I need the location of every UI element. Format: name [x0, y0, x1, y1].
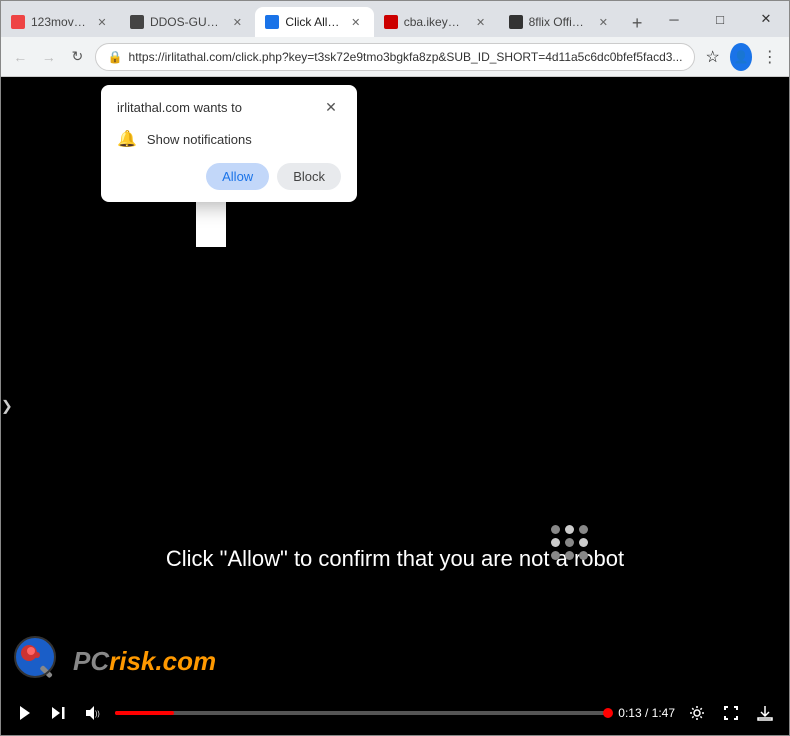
- pcrisk-text: PCrisk.com: [73, 646, 216, 677]
- menu-button[interactable]: ⋮: [758, 43, 781, 71]
- tab-label-ddos: DDOS-GUA...: [150, 15, 223, 29]
- dot-7: [551, 551, 560, 560]
- notification-popup: irlitathal.com wants to ✕ 🔔 Show notific…: [101, 85, 357, 202]
- video-current-time: 0:13: [618, 706, 641, 720]
- pcrisk-logo: PCrisk.com: [13, 635, 216, 687]
- address-input[interactable]: 🔒 https://irlitathal.com/click.php?key=t…: [95, 43, 696, 71]
- popup-title: irlitathal.com wants to: [117, 100, 242, 115]
- dot-3: [579, 525, 588, 534]
- new-tab-button[interactable]: +: [623, 9, 651, 37]
- window-controls: ─ □ ✕: [651, 1, 789, 37]
- loading-spinner: [551, 525, 589, 560]
- next-button[interactable]: [47, 701, 71, 725]
- pcrisk-gray-text: PC: [73, 646, 109, 676]
- volume-icon: )): [85, 705, 101, 721]
- tab-label-cba: cba.ikeym...: [404, 15, 467, 29]
- play-icon: [17, 705, 33, 721]
- video-progress-bar[interactable]: [115, 711, 608, 715]
- forward-button[interactable]: →: [38, 43, 61, 71]
- notification-item-label: Show notifications: [147, 132, 252, 147]
- dot-2: [565, 525, 574, 534]
- dot-5: [565, 538, 574, 547]
- allow-button[interactable]: Allow: [206, 163, 269, 190]
- video-time-display: 0:13 / 1:47: [618, 706, 675, 720]
- sidebar-expand-icon[interactable]: ❯: [1, 398, 13, 415]
- tab-favicon-clickallow: [265, 15, 279, 29]
- tab-favicon-ddos: [130, 15, 144, 29]
- tab-cba[interactable]: cba.ikeym... ✕: [374, 7, 499, 37]
- settings-button[interactable]: [685, 701, 709, 725]
- download-icon: [757, 705, 773, 721]
- tab-close-cba[interactable]: ✕: [473, 14, 489, 30]
- fullscreen-icon: [723, 705, 739, 721]
- dot-8: [565, 551, 574, 560]
- download-button[interactable]: [753, 701, 777, 725]
- dot-9: [579, 551, 588, 560]
- fullscreen-button[interactable]: [719, 701, 743, 725]
- tab-label-clickallow: Click Allow: [285, 15, 341, 29]
- tab-ddos[interactable]: DDOS-GUA... ✕: [120, 7, 255, 37]
- popup-buttons: Allow Block: [117, 163, 341, 190]
- dot-4: [551, 538, 560, 547]
- video-progress-fill: [115, 711, 174, 715]
- instruction-text: Click "Allow" to confirm that you are no…: [51, 544, 739, 575]
- tab-label-123movies: 123movies: [31, 15, 88, 29]
- bell-icon: 🔔: [117, 129, 137, 149]
- tab-clickallow[interactable]: Click Allow ✕: [255, 7, 373, 37]
- tab-close-123movies[interactable]: ✕: [94, 14, 110, 30]
- profile-button[interactable]: 👤: [730, 43, 753, 71]
- tab-bar: 123movies ✕ DDOS-GUA... ✕ Click Allow ✕ …: [1, 1, 789, 37]
- address-bar: ← → ↻ 🔒 https://irlitathal.com/click.php…: [1, 37, 789, 77]
- tab-favicon-123movies: [11, 15, 25, 29]
- tab-close-clickallow[interactable]: ✕: [348, 14, 364, 30]
- tab-close-ddos[interactable]: ✕: [229, 14, 245, 30]
- back-button[interactable]: ←: [9, 43, 32, 71]
- tab-bflix[interactable]: 8flix Offici... ✕: [499, 7, 622, 37]
- tab-label-bflix: 8flix Offici...: [529, 15, 590, 29]
- block-button[interactable]: Block: [277, 163, 341, 190]
- security-icon: 🔒: [108, 50, 123, 64]
- pcrisk-orange-text: risk.com: [109, 646, 216, 676]
- maximize-button[interactable]: □: [697, 1, 743, 37]
- content-area: irlitathal.com wants to ✕ 🔔 Show notific…: [1, 77, 789, 735]
- refresh-button[interactable]: ↻: [66, 43, 89, 71]
- spinner-dots: [551, 525, 589, 560]
- video-controls: )) 0:13 / 1:47: [1, 691, 789, 735]
- minimize-button[interactable]: ─: [651, 1, 697, 37]
- tab-close-bflix[interactable]: ✕: [595, 14, 611, 30]
- bookmark-button[interactable]: ☆: [701, 43, 724, 71]
- notification-item: 🔔 Show notifications: [117, 129, 341, 149]
- tab-favicon-bflix: [509, 15, 523, 29]
- tab-123movies[interactable]: 123movies ✕: [1, 7, 120, 37]
- address-url: https://irlitathal.com/click.php?key=t3s…: [129, 50, 683, 64]
- video-progress-thumb: [603, 708, 613, 718]
- dot-1: [551, 525, 560, 534]
- video-total-time: 1:47: [652, 706, 675, 720]
- play-button[interactable]: [13, 701, 37, 725]
- pcrisk-icon: [13, 635, 65, 687]
- svg-text:)): )): [95, 711, 100, 718]
- close-button[interactable]: ✕: [743, 1, 789, 37]
- volume-button[interactable]: )): [81, 701, 105, 725]
- popup-header: irlitathal.com wants to ✕: [117, 97, 341, 117]
- dot-6: [579, 538, 588, 547]
- browser-frame: 123movies ✕ DDOS-GUA... ✕ Click Allow ✕ …: [0, 0, 790, 736]
- next-icon: [51, 705, 67, 721]
- tab-favicon-cba: [384, 15, 398, 29]
- popup-close-button[interactable]: ✕: [321, 97, 341, 117]
- settings-icon: [689, 705, 705, 721]
